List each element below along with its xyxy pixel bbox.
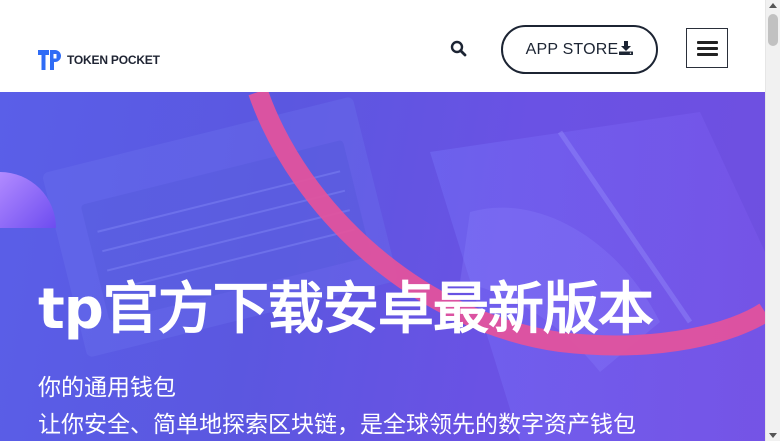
- site-header: TOKEN POCKET APP STORE: [0, 0, 765, 92]
- menu-toggle-button[interactable]: [686, 28, 728, 68]
- app-store-label: APP STORE: [525, 40, 619, 58]
- page-scrollbar[interactable]: [765, 0, 780, 441]
- tp-logo-icon: [38, 50, 61, 70]
- token-pocket-logo[interactable]: TOKEN POCKET: [38, 49, 160, 71]
- hero-subtitle-line1: 你的通用钱包: [38, 375, 176, 401]
- scroll-thumb[interactable]: [768, 14, 778, 46]
- hamburger-menu-icon: [697, 53, 718, 56]
- hamburger-menu-icon: [697, 41, 718, 44]
- scroll-down-arrow-icon[interactable]: [769, 433, 777, 438]
- hero-banner: tp官方下载安卓最新版本 你的通用钱包 让你安全、简单地探索区块链，是全球领先的…: [0, 92, 765, 441]
- logo-text: TOKEN POCKET: [67, 53, 160, 67]
- app-store-button[interactable]: APP STORE: [501, 25, 658, 74]
- scroll-up-arrow-icon[interactable]: [769, 3, 777, 8]
- hero-subtitle-line2: 让你安全、简单地探索区块链，是全球领先的数字资产钱包: [38, 412, 636, 438]
- hamburger-menu-icon: [697, 47, 718, 50]
- hero-title: tp官方下载安卓最新版本: [38, 277, 654, 342]
- search-icon[interactable]: [450, 40, 468, 58]
- download-icon: [619, 40, 634, 55]
